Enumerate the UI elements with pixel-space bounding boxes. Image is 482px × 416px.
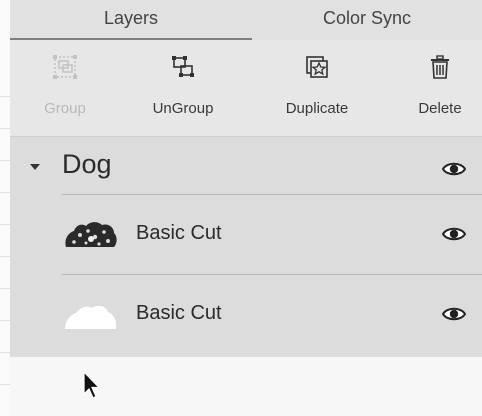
group-label: Group	[44, 100, 86, 117]
layer-name: Basic Cut	[136, 222, 222, 244]
group-icon	[53, 55, 77, 79]
eye-icon[interactable]	[442, 161, 466, 177]
layer-item[interactable]: Basic Cut	[10, 275, 482, 353]
duplicate-icon	[306, 56, 328, 78]
layers-toolbar: Group UnGroup Duplicate Delete	[10, 40, 482, 137]
white-shape-thumbnail	[65, 305, 117, 329]
dog-cut-thumbnail	[65, 222, 117, 247]
panel-tabs: Layers Color Sync	[10, 0, 482, 40]
tab-color-sync[interactable]: Color Sync	[252, 0, 482, 40]
trash-icon	[431, 55, 449, 79]
delete-label: Delete	[418, 100, 462, 117]
group-name: Dog	[62, 149, 112, 179]
delete-button[interactable]: Delete	[390, 40, 482, 136]
eye-icon[interactable]	[442, 306, 466, 322]
ungroup-icon	[172, 56, 194, 77]
layer-item[interactable]: Basic Cut	[10, 195, 482, 273]
tab-layers[interactable]: Layers	[10, 0, 252, 40]
canvas-edge	[0, 0, 10, 416]
group-button[interactable]: Group	[10, 40, 120, 136]
layers-panel: Layers Color Sync Group UnGroup Duplicat…	[10, 0, 482, 416]
mouse-cursor-icon	[83, 370, 101, 399]
chevron-down-icon[interactable]	[30, 164, 40, 170]
layer-tree: Dog Basic Cut Basic Cut	[10, 137, 482, 357]
ungroup-label: UnGroup	[152, 100, 214, 117]
layer-name: Basic Cut	[136, 302, 222, 324]
eye-icon[interactable]	[442, 226, 466, 242]
ungroup-button[interactable]: UnGroup	[128, 40, 238, 136]
layer-list-empty-area	[10, 357, 482, 416]
layer-group-row[interactable]: Dog	[10, 137, 482, 195]
duplicate-label: Duplicate	[285, 100, 349, 117]
duplicate-button[interactable]: Duplicate	[262, 40, 372, 136]
